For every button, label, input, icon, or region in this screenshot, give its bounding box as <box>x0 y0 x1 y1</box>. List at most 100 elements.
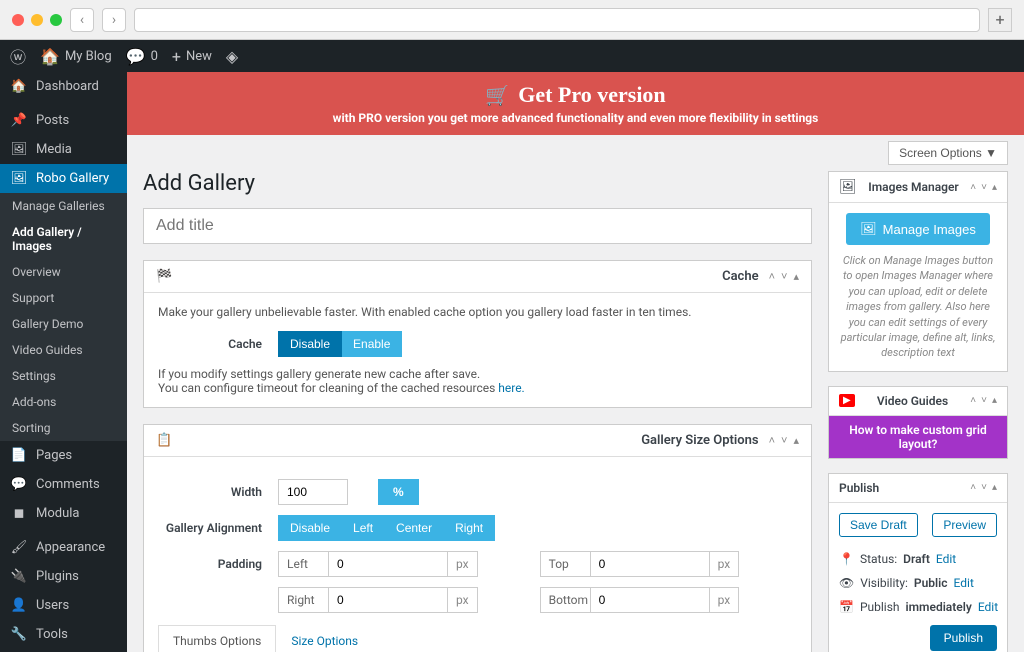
tab-size-options[interactable]: Size Options <box>276 625 373 652</box>
sidebar-label: Media <box>36 142 72 157</box>
minimize-window[interactable] <box>31 14 43 26</box>
align-disable-button[interactable]: Disable <box>278 515 342 541</box>
comments-bubble[interactable]: 💬0 <box>126 47 158 66</box>
align-label: Gallery Alignment <box>158 521 262 535</box>
padding-unit: px <box>448 551 478 577</box>
gallery-title-input[interactable] <box>143 208 812 244</box>
video-panel-title: Video Guides <box>861 394 965 408</box>
panel-down-icon[interactable]: ˅ <box>781 434 787 447</box>
extra-icon[interactable]: ◈ <box>226 47 238 66</box>
submenu-overview[interactable]: Overview <box>0 259 127 285</box>
panel-down-icon[interactable]: ˅ <box>981 482 987 493</box>
back-button[interactable]: ‹ <box>70 8 94 32</box>
visibility-label: Visibility: <box>860 576 908 590</box>
video-guides-panel: ▶ Video Guides ˄˅▴ How to make custom gr… <box>828 386 1008 459</box>
width-label: Width <box>158 485 262 499</box>
padding-right-input[interactable] <box>328 587 448 613</box>
banner-subtitle: with PRO version you get more advanced f… <box>147 111 1004 125</box>
status-label: Status: <box>860 552 897 566</box>
panel-down-icon[interactable]: ˅ <box>981 395 987 406</box>
sidebar-item-comments[interactable]: 💬Comments <box>0 470 127 499</box>
publish-label: Publish <box>860 600 900 614</box>
width-unit-button[interactable]: % <box>378 479 419 505</box>
size-panel-title: Gallery Size Options <box>641 433 758 448</box>
pages-icon: 📄 <box>10 448 28 463</box>
padding-unit: px <box>710 587 740 613</box>
new-tab-button[interactable]: + <box>988 8 1012 32</box>
forward-button[interactable]: › <box>102 8 126 32</box>
manage-images-label: Manage Images <box>883 222 976 237</box>
cache-disable-button[interactable]: Disable <box>278 331 342 357</box>
manage-images-button[interactable]: 🖼 Manage Images <box>846 213 990 245</box>
screen-options-button[interactable]: Screen Options ▼ <box>888 141 1008 165</box>
media-icon: 🖼 <box>10 142 28 157</box>
padding-top-input[interactable] <box>590 551 710 577</box>
status-value: Draft <box>903 552 930 566</box>
close-window[interactable] <box>12 14 24 26</box>
tab-thumbs-options[interactable]: Thumbs Options <box>158 625 276 652</box>
sidebar-item-appearance[interactable]: 🖌Appearance <box>0 533 127 562</box>
align-right-button[interactable]: Right <box>444 515 495 541</box>
panel-down-icon[interactable]: ˅ <box>781 270 787 283</box>
panel-up-icon[interactable]: ˄ <box>970 395 976 406</box>
new-label: New <box>186 49 212 64</box>
panel-toggle-icon[interactable]: ▴ <box>992 182 997 193</box>
save-draft-button[interactable]: Save Draft <box>839 513 918 537</box>
wp-admin-bar: ⓦ 🏠My Blog 💬0 +New ◈ <box>0 40 1024 72</box>
align-left-button[interactable]: Left <box>342 515 385 541</box>
panel-up-icon[interactable]: ˄ <box>769 270 775 283</box>
padding-left-input[interactable] <box>328 551 448 577</box>
sidebar-item-plugins[interactable]: 🔌Plugins <box>0 562 127 591</box>
cache-enable-button[interactable]: Enable <box>342 331 402 357</box>
padding-bottom-input[interactable] <box>590 587 710 613</box>
edit-status-link[interactable]: Edit <box>936 552 956 566</box>
submenu-gallery-demo[interactable]: Gallery Demo <box>0 311 127 337</box>
sidebar-item-robo-gallery[interactable]: 🖼Robo Gallery <box>0 164 127 193</box>
submenu-sorting[interactable]: Sorting <box>0 415 127 441</box>
wp-logo[interactable]: ⓦ <box>10 44 26 68</box>
new-content[interactable]: +New <box>172 47 212 66</box>
submenu-manage-galleries[interactable]: Manage Galleries <box>0 193 127 219</box>
panel-toggle-icon[interactable]: ▴ <box>793 434 799 447</box>
maximize-window[interactable] <box>50 14 62 26</box>
speed-icon: 🏁 <box>156 269 172 284</box>
video-guide-link[interactable]: How to make custom grid layout? <box>829 416 1007 458</box>
panel-up-icon[interactable]: ˄ <box>970 182 976 193</box>
submenu-video-guides[interactable]: Video Guides <box>0 337 127 363</box>
comment-count: 0 <box>151 49 158 64</box>
sidebar-item-modula[interactable]: ◼Modula <box>0 499 127 528</box>
panel-down-icon[interactable]: ˅ <box>981 182 987 193</box>
publish-button[interactable]: Publish <box>930 625 997 651</box>
padding-left-label: Left <box>278 551 328 577</box>
edit-publish-link[interactable]: Edit <box>978 600 998 614</box>
sidebar-item-tools[interactable]: 🔧Tools <box>0 620 127 649</box>
pro-banner[interactable]: 🛒Get Pro version with PRO version you ge… <box>127 72 1024 135</box>
image-icon: 🖼 <box>860 221 877 237</box>
submenu-settings[interactable]: Settings <box>0 363 127 389</box>
edit-visibility-link[interactable]: Edit <box>954 576 974 590</box>
plugins-icon: 🔌 <box>10 569 28 584</box>
panel-toggle-icon[interactable]: ▴ <box>793 270 799 283</box>
panel-up-icon[interactable]: ˄ <box>970 482 976 493</box>
panel-up-icon[interactable]: ˄ <box>769 434 775 447</box>
sidebar-item-posts[interactable]: 📌Posts <box>0 106 127 135</box>
sidebar-item-users[interactable]: 👤Users <box>0 591 127 620</box>
sidebar-item-media[interactable]: 🖼 Media <box>0 135 127 164</box>
cache-here-link[interactable]: here. <box>498 381 524 395</box>
sidebar-item-pages[interactable]: 📄Pages <box>0 441 127 470</box>
width-input[interactable] <box>278 479 348 505</box>
images-icon: 🖼 <box>839 179 857 195</box>
align-center-button[interactable]: Center <box>385 515 444 541</box>
submenu-addons[interactable]: Add-ons <box>0 389 127 415</box>
traffic-lights <box>12 14 62 26</box>
images-panel-desc: Click on Manage Images button to open Im… <box>839 253 997 361</box>
site-name[interactable]: 🏠My Blog <box>40 47 112 66</box>
submenu-add-gallery[interactable]: Add Gallery / Images <box>0 219 127 259</box>
sidebar-item-dashboard[interactable]: 🏠Dashboard <box>0 72 127 101</box>
modula-icon: ◼ <box>10 506 28 521</box>
preview-button[interactable]: Preview <box>932 513 997 537</box>
panel-toggle-icon[interactable]: ▴ <box>992 395 997 406</box>
panel-toggle-icon[interactable]: ▴ <box>992 482 997 493</box>
submenu-support[interactable]: Support <box>0 285 127 311</box>
url-bar[interactable] <box>134 8 980 32</box>
